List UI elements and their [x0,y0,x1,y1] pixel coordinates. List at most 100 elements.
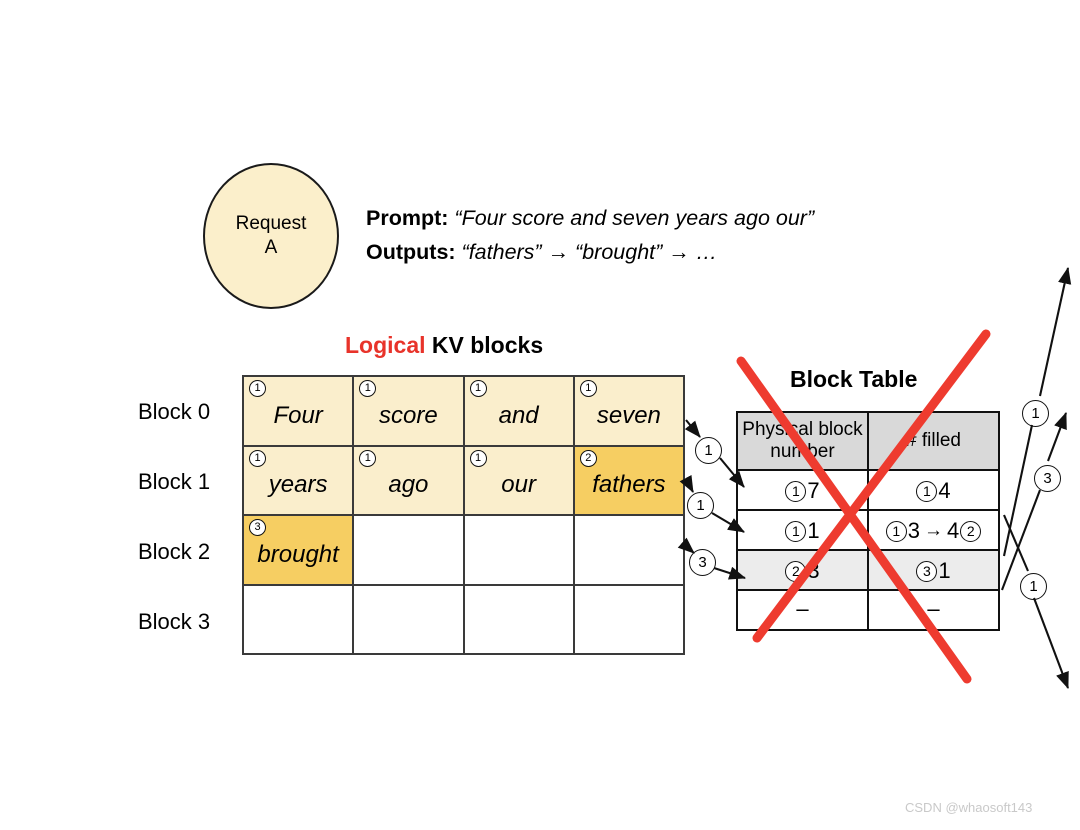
block-table-cell-filled: 31 [867,549,1000,591]
outputs-label: Outputs: [366,240,456,265]
block-table-cell-filled: 14 [867,469,1000,511]
kv-cell-r0-c0: 1 Four [244,377,355,447]
kv-cell-r0-c2: 1 and [464,377,575,447]
cell-value: 3 [907,518,920,543]
kv-cell-badge: 1 [359,380,377,397]
outgoing-arrow-2-lower [1033,597,1069,689]
cell-value: – [927,596,940,621]
mapping-arrow-0a [684,419,701,438]
kv-cell-token: Four [273,401,323,429]
kv-cell-r1-c3: 2 fathers [574,446,685,516]
kv-cell-r2-c0: 3 brought [244,516,355,586]
block-table-cell-physical: 11 [736,509,869,551]
block-table-row: 1 1 1 3 → 4 2 [736,509,1000,551]
outgoing-arrow-tag-0: 1 [1022,400,1049,427]
kv-cell-r0-c1: 1 score [354,377,465,447]
kv-cell-badge: 1 [249,449,266,467]
cell-value: – [796,596,809,621]
cell-badge: 1 [785,480,807,502]
kv-cell-r2-c3 [574,516,685,586]
kv-cell-token: score [379,401,438,429]
cell-badge: 3 [916,560,938,582]
block-table-body: 1 7 1 4 1 1 1 3 → 4 2 2 3 3 1– – [736,469,1000,631]
outputs-line: Outputs: “fathers” → “brought” → … [366,235,814,269]
block-table-header-row: Physical block number # filled [736,411,1000,471]
outgoing-arrow-0-upper [1038,266,1072,397]
kv-cell-badge: 2 [579,449,597,467]
block-table-col-filled: # filled [867,411,1000,471]
watermark: CSDN @whaosoft143 [905,800,1033,815]
cell-value: 7 [807,478,820,503]
block-table-cell-filled: 1 3 → 4 2 [867,509,1000,551]
outgoing-arrow-1-upper [1047,412,1067,462]
block-table-cell-physical: 17 [736,469,869,511]
kv-cell-r0-c3: 1 seven [574,377,685,447]
kv-cell-r1-c0: 1 years [244,446,355,516]
block-table-cell-filled: – [867,589,1000,631]
kv-cell-r1-c1: 1 ago [354,446,465,516]
kv-cell-badge: 1 [579,380,597,397]
request-node-line1: Request [235,213,307,235]
row-label-block-0: Block 0 [138,399,211,424]
prompt-text: “Four score and seven years ago our” [454,206,815,230]
block-table: Physical block number # filled 1 7 1 4 1 1 1 3 →… [736,411,1000,631]
request-node-line2: A [264,237,278,258]
cell-value: 3 [807,558,820,583]
row-label-block-1: Block 1 [138,469,211,494]
mapping-arrow-tag-1: 1 [687,492,714,519]
cell-badge: 1 [785,520,807,542]
block-table-row: 1714 [736,469,1000,511]
block-table-cell-physical: 23 [736,549,869,591]
cell-arrow-icon: → [924,520,943,541]
outgoing-arrow-tag-2: 1 [1020,573,1047,600]
block-table-heading: Block Table [790,366,918,392]
row-label-block-2: Block 2 [138,539,211,564]
cell-value: 1 [938,558,951,583]
logical-kv-grid: 1 Four 1 score 1 and 1 seven 1 years 1 ago 1 our 2 fath… [242,375,685,655]
cell-badge: 1 [885,520,907,542]
kv-cell-r1-c2: 1 our [464,446,575,516]
cell-badge-secondary: 2 [960,520,982,542]
logical-kv-heading: Logical KV blocks [345,332,543,359]
kv-cell-token: and [498,401,539,429]
kv-cell-r3-c1 [354,585,465,655]
prompt-label: Prompt: [366,206,449,230]
kv-cell-token: fathers [592,471,666,499]
mapping-arrow-tag-2: 3 [689,549,716,576]
kv-cell-r3-c3 [574,585,685,655]
outgoing-arrow-2-upper [1003,514,1029,572]
outgoing-arrow-tag-1: 3 [1034,465,1061,492]
block-table-cell-physical: – [736,589,869,631]
kv-cell-badge: 1 [469,380,487,397]
kv-cell-badge: 1 [249,380,266,397]
cell-value: 4 [938,478,951,503]
kv-cell-badge: 3 [249,519,266,536]
cell-value: 1 [807,518,820,543]
mapping-arrow-tag-0: 1 [695,437,722,464]
prompt-line: Prompt: “Four score and seven years ago … [366,201,814,235]
mapping-arrow-1a [679,474,694,493]
cell-badge: 2 [785,560,807,582]
request-node: Request A [203,163,339,309]
kv-cell-token: brought [257,540,339,568]
diagram-canvas: Request A Prompt: “Four score and seven … [0,0,1080,830]
outputs-text: “fathers” → “brought” → … [461,240,718,265]
kv-cell-token: our [501,471,536,499]
logical-kv-heading-rest: KV blocks [425,332,544,358]
block-table-col-physical: Physical block number [736,411,869,471]
cell-badge: 1 [916,480,938,502]
kv-cell-token: ago [388,471,429,499]
prompt-outputs-block: Prompt: “Four score and seven years ago … [366,201,814,270]
outgoing-arrow-0-lower [1002,424,1034,557]
kv-cell-r3-c0 [244,585,355,655]
kv-cell-r3-c2 [464,585,575,655]
row-label-block-3: Block 3 [138,609,211,634]
kv-cell-badge: 1 [359,449,377,467]
kv-cell-token: years [268,471,328,499]
kv-cell-token: seven [596,401,661,429]
logical-kv-heading-emphasis: Logical [345,332,426,358]
block-table-row: – – [736,589,1000,631]
kv-cell-r2-c2 [464,516,575,586]
kv-cell-badge: 1 [469,449,487,467]
kv-cell-r2-c1 [354,516,465,586]
